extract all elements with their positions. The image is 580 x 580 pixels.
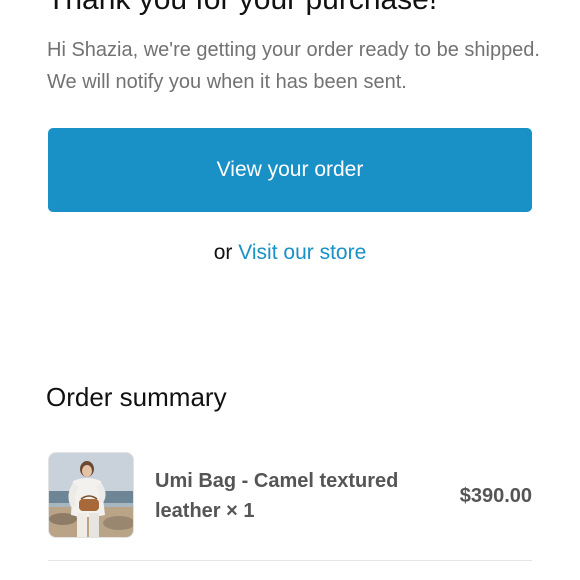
product-thumbnail (48, 452, 134, 538)
item-name: Umi Bag - Camel textured leather × 1 (155, 470, 399, 522)
store-link-line: or Visit our store (0, 238, 580, 268)
view-order-button-label: View your order (216, 158, 364, 181)
divider (48, 560, 532, 561)
order-line-item: Umi Bag - Camel textured leather × 1 $39… (48, 452, 532, 538)
intro-message: Hi Shazia, we're getting your order read… (47, 39, 540, 93)
or-text: or (213, 241, 233, 264)
visit-store-link[interactable]: Visit our store (238, 241, 366, 264)
order-confirmation-page: Thank you for your purchase! Hi Shazia, … (0, 0, 580, 580)
view-order-button[interactable]: View your order (48, 128, 532, 212)
order-summary-title: Order summary (46, 382, 227, 412)
page-title: Thank you for your purchase! (47, 0, 437, 18)
item-price: $390.00 (459, 485, 532, 507)
product-photo-icon (49, 453, 133, 537)
